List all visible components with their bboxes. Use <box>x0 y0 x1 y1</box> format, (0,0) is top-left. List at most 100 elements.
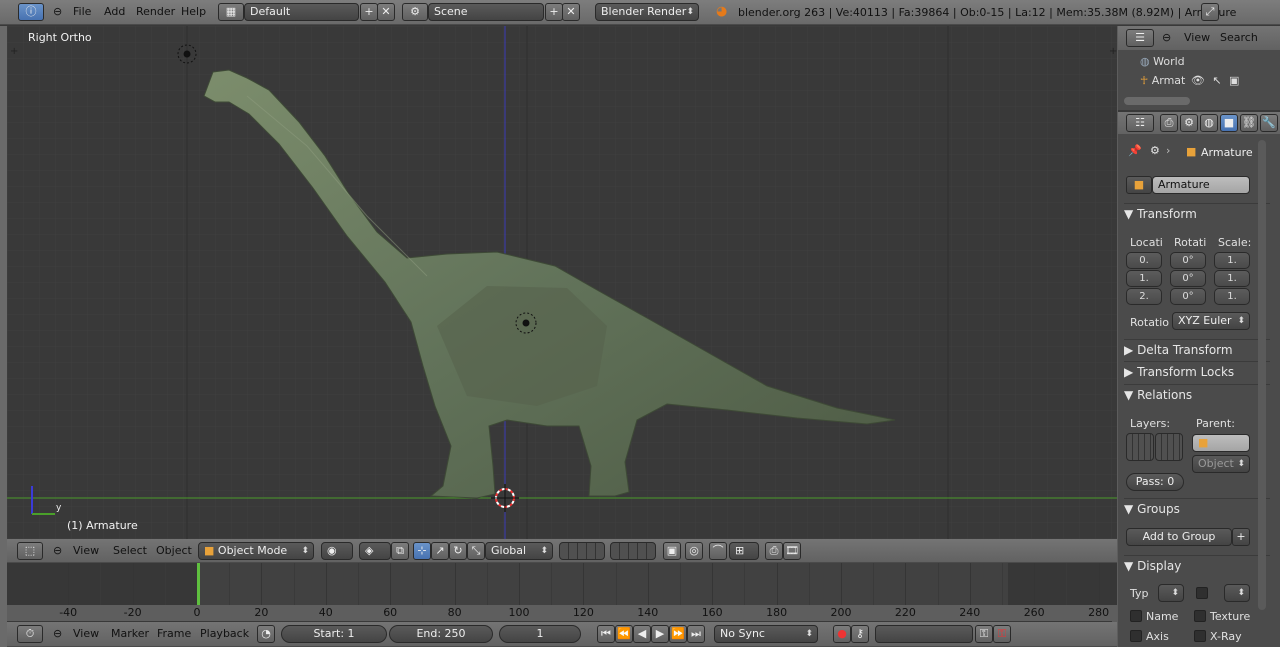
editor-type-3d-button[interactable]: ⬚ <box>17 542 43 560</box>
panel-relations-header[interactable]: ▼ Relations <box>1124 384 1270 404</box>
properties-scrollbar[interactable] <box>1258 140 1266 610</box>
viewport-canvas[interactable]: + + <box>7 26 1117 539</box>
axis-checkbox[interactable] <box>1130 630 1142 642</box>
scale-icon[interactable]: ⤡ <box>467 542 485 560</box>
translate-icon[interactable]: ↗ <box>431 542 449 560</box>
layers-grid-left[interactable] <box>559 542 605 560</box>
scale-z-field[interactable]: 1. <box>1214 288 1250 305</box>
location-x-field[interactable]: 0. <box>1126 252 1162 269</box>
object-layers-grid-left[interactable] <box>1126 433 1154 461</box>
tab-modifiers-icon[interactable]: 🔧 <box>1260 114 1278 132</box>
panel-transform-header[interactable]: ▼ Transform <box>1124 203 1270 223</box>
keying-set-icon[interactable]: ⚷ <box>851 625 869 643</box>
render-camera-icon[interactable]: ▣ <box>1229 74 1239 87</box>
name-checkbox[interactable] <box>1130 610 1142 622</box>
scale-x-field[interactable]: 1. <box>1214 252 1250 269</box>
next-keyframe-icon[interactable]: ⏩ <box>669 625 687 643</box>
screen-layout-icon[interactable]: ▦ <box>218 3 244 21</box>
delete-scene-button[interactable]: ✕ <box>562 3 580 21</box>
display-type-select[interactable]: ⬍ <box>1158 584 1184 602</box>
bounds-type-select[interactable]: ⬍ <box>1224 584 1250 602</box>
current-frame-indicator[interactable] <box>197 563 200 605</box>
texture-space-checkbox[interactable] <box>1194 610 1206 622</box>
object-name-field[interactable]: Armature <box>1152 176 1250 194</box>
pivot-point-select[interactable]: ◈ <box>359 542 391 560</box>
collapse-menu-icon[interactable]: ⊖ <box>53 627 62 640</box>
record-icon[interactable]: ● <box>833 625 851 643</box>
3d-viewport[interactable]: + + Right Ortho y (1) Armature <box>7 26 1117 539</box>
timeline-area[interactable]: -40 -20 0 20 40 60 80 100 120 140 160 180 200 220 240 2… <box>7 563 1117 621</box>
rotation-x-field[interactable]: 0° <box>1170 252 1206 269</box>
object-layers-grid-right[interactable] <box>1155 433 1183 461</box>
outliner[interactable]: ☰ ⊖ View Search ◍ World ☥ Armat 👁 ↖ ▣ <box>1118 26 1280 110</box>
menu-help[interactable]: Help <box>181 5 206 18</box>
menu-marker[interactable]: Marker <box>111 627 149 640</box>
bounds-checkbox[interactable] <box>1196 587 1208 599</box>
toolshelf-strip[interactable] <box>0 26 7 647</box>
outliner-search-menu[interactable]: Search <box>1220 31 1258 44</box>
outliner-item-world[interactable]: ◍ World <box>1140 55 1185 68</box>
render-animation-icon[interactable]: 🎞 <box>783 542 801 560</box>
pin-icon[interactable]: 📌 <box>1128 144 1142 157</box>
rotate-icon[interactable]: ↻ <box>449 542 467 560</box>
jump-start-icon[interactable]: ⏮ <box>597 625 615 643</box>
tab-constraints-icon[interactable]: ⛓ <box>1240 114 1258 132</box>
editor-type-timeline-button[interactable]: ⏱ <box>17 625 43 643</box>
sync-mode-select[interactable]: No Sync ⬍ <box>714 625 818 643</box>
fullscreen-icon[interactable]: ⤢ <box>1201 3 1219 21</box>
menu-add[interactable]: Add <box>104 5 125 18</box>
snap-element-select[interactable]: ⊞ <box>729 542 759 560</box>
select-arrow-icon[interactable]: ↖ <box>1212 74 1221 87</box>
add-layout-button[interactable]: + <box>360 3 378 21</box>
scale-y-field[interactable]: 1. <box>1214 270 1250 287</box>
viewport-shading-select[interactable]: ◉ <box>321 542 353 560</box>
add-scene-button[interactable]: + <box>545 3 563 21</box>
menu-frame[interactable]: Frame <box>157 627 191 640</box>
lock-layers-icon[interactable]: ▣ <box>663 542 681 560</box>
scene-icon[interactable]: ⚙ <box>402 3 428 21</box>
play-reverse-icon[interactable]: ◀ <box>633 625 651 643</box>
menu-playback[interactable]: Playback <box>200 627 249 640</box>
tab-scene-icon[interactable]: ⚙ <box>1180 114 1198 132</box>
menu-view[interactable]: View <box>73 627 99 640</box>
keying-set-field[interactable] <box>875 625 973 643</box>
editor-type-properties-button[interactable]: ☷ <box>1126 114 1154 132</box>
collapse-menu-icon[interactable]: ⊖ <box>53 5 62 18</box>
screen-layout-field[interactable]: Default <box>244 3 359 21</box>
properties-editor[interactable]: ☷ ⎙ ⚙ ◍ ■ ⛓ 🔧 📌 ⚙ › ■ Armature ■ Armatur… <box>1118 112 1280 647</box>
new-group-button[interactable]: + <box>1232 528 1250 546</box>
render-opengl-icon[interactable]: ⎙ <box>765 542 783 560</box>
parent-field[interactable]: ■ <box>1192 434 1250 452</box>
menu-select[interactable]: Select <box>113 544 147 557</box>
preview-range-icon[interactable]: ◔ <box>257 625 275 643</box>
outliner-view-menu[interactable]: View <box>1184 31 1210 44</box>
collapse-menu-icon[interactable]: ⊖ <box>53 544 62 557</box>
insert-keyframe-icon[interactable]: ⚿ <box>975 625 993 643</box>
layers-grid-right[interactable] <box>610 542 656 560</box>
snap-toggle-icon[interactable]: ⌒ <box>709 542 727 560</box>
start-frame-field[interactable]: Start: 1 <box>281 625 387 643</box>
tab-world-icon[interactable]: ◍ <box>1200 114 1218 132</box>
outliner-item-armature[interactable]: ☥ Armat 👁 ↖ ▣ <box>1140 74 1239 87</box>
tab-object-icon[interactable]: ■ <box>1220 114 1238 132</box>
menu-render[interactable]: Render <box>136 5 175 18</box>
panel-transform-locks-header[interactable]: ▶ Transform Locks <box>1124 361 1270 381</box>
outliner-scrollbar[interactable] <box>1124 97 1190 105</box>
end-frame-field[interactable]: End: 250 <box>389 625 493 643</box>
manipulator-toggle-icon[interactable]: ⧉ <box>391 542 409 560</box>
editor-type-outliner-button[interactable]: ☰ <box>1126 29 1154 47</box>
panel-delta-transform-header[interactable]: ▶ Delta Transform <box>1124 339 1270 359</box>
rotation-z-field[interactable]: 0° <box>1170 288 1206 305</box>
scene-field[interactable]: Scene <box>428 3 544 21</box>
jump-end-icon[interactable]: ⏭ <box>687 625 705 643</box>
current-frame-field[interactable]: 1 <box>499 625 581 643</box>
mode-select[interactable]: ■ Object Mode ⬍ <box>198 542 314 560</box>
transform-manipulator-icon[interactable]: ⊹ <box>413 542 431 560</box>
panel-groups-header[interactable]: ▼ Groups <box>1124 498 1270 518</box>
pass-index-field[interactable]: Pass: 0 <box>1126 473 1184 491</box>
delete-keyframe-icon[interactable]: ⚿ <box>993 625 1011 643</box>
menu-view[interactable]: View <box>73 544 99 557</box>
play-icon[interactable]: ▶ <box>651 625 669 643</box>
prev-keyframe-icon[interactable]: ⏪ <box>615 625 633 643</box>
menu-object[interactable]: Object <box>156 544 192 557</box>
